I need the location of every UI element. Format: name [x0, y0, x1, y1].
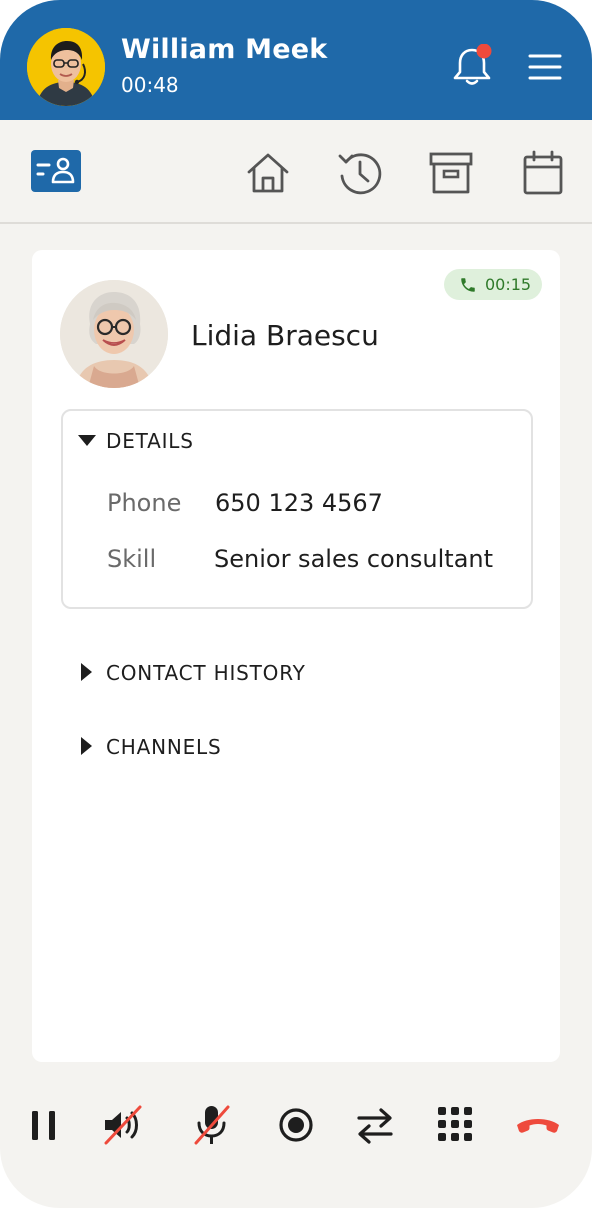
app-header: William Meek 00:48 — [0, 0, 592, 120]
agent-status-timer: 00:48 — [121, 73, 179, 97]
phone-frame: William Meek 00:48 00:15 Lidia Braescu D… — [0, 0, 592, 1208]
history-icon — [338, 153, 382, 195]
dialpad-icon — [438, 1107, 472, 1141]
details-heading[interactable]: DETAILS — [106, 429, 194, 453]
phone-icon — [461, 278, 475, 292]
call-duration: 00:15 — [485, 275, 532, 294]
pause-icon — [32, 1111, 55, 1140]
home-icon — [247, 153, 289, 193]
hang-up-button[interactable] — [515, 1103, 559, 1147]
contact-name: Lidia Braescu — [191, 319, 379, 352]
tab-history[interactable] — [337, 150, 383, 196]
archive-icon — [429, 152, 473, 194]
tab-archive[interactable] — [428, 150, 474, 196]
agent-name: William Meek — [121, 34, 328, 65]
mic-muted-icon — [194, 1105, 230, 1145]
notification-dot — [476, 43, 492, 59]
tab-calendar[interactable] — [521, 150, 567, 196]
expand-caret-icon[interactable] — [81, 663, 92, 681]
bell-icon — [453, 43, 492, 85]
record-button[interactable] — [274, 1103, 318, 1147]
phone-label: Phone — [107, 489, 182, 517]
contact-avatar — [60, 280, 168, 388]
calendar-icon — [523, 150, 563, 195]
phone-value[interactable]: 650 123 4567 — [215, 489, 383, 517]
transfer-button[interactable] — [353, 1103, 397, 1147]
mic-mute-button[interactable] — [190, 1103, 234, 1147]
navigation-toolbar — [0, 120, 592, 224]
speaker-muted-icon — [104, 1105, 142, 1145]
contact-card-icon — [31, 150, 81, 192]
contact-history-heading[interactable]: CONTACT HISTORY — [106, 661, 306, 685]
channels-heading[interactable]: CHANNELS — [106, 735, 221, 759]
agent-avatar[interactable] — [27, 28, 105, 106]
hang-up-icon — [517, 1119, 559, 1133]
notifications-button[interactable] — [450, 43, 494, 88]
tab-home[interactable] — [245, 150, 291, 196]
tab-contact[interactable] — [31, 150, 81, 196]
dialpad-button[interactable] — [433, 1103, 477, 1147]
record-icon — [279, 1108, 313, 1142]
call-duration-badge: 00:15 — [444, 269, 542, 300]
speaker-mute-button[interactable] — [101, 1103, 145, 1147]
collapse-caret-icon[interactable] — [78, 435, 96, 446]
skill-label: Skill — [107, 545, 157, 573]
menu-button[interactable] — [526, 50, 564, 84]
hamburger-menu-icon — [528, 54, 562, 80]
transfer-icon — [357, 1108, 393, 1144]
skill-value: Senior sales consultant — [214, 545, 494, 573]
hold-button[interactable] — [22, 1103, 66, 1147]
expand-caret-icon[interactable] — [81, 737, 92, 755]
